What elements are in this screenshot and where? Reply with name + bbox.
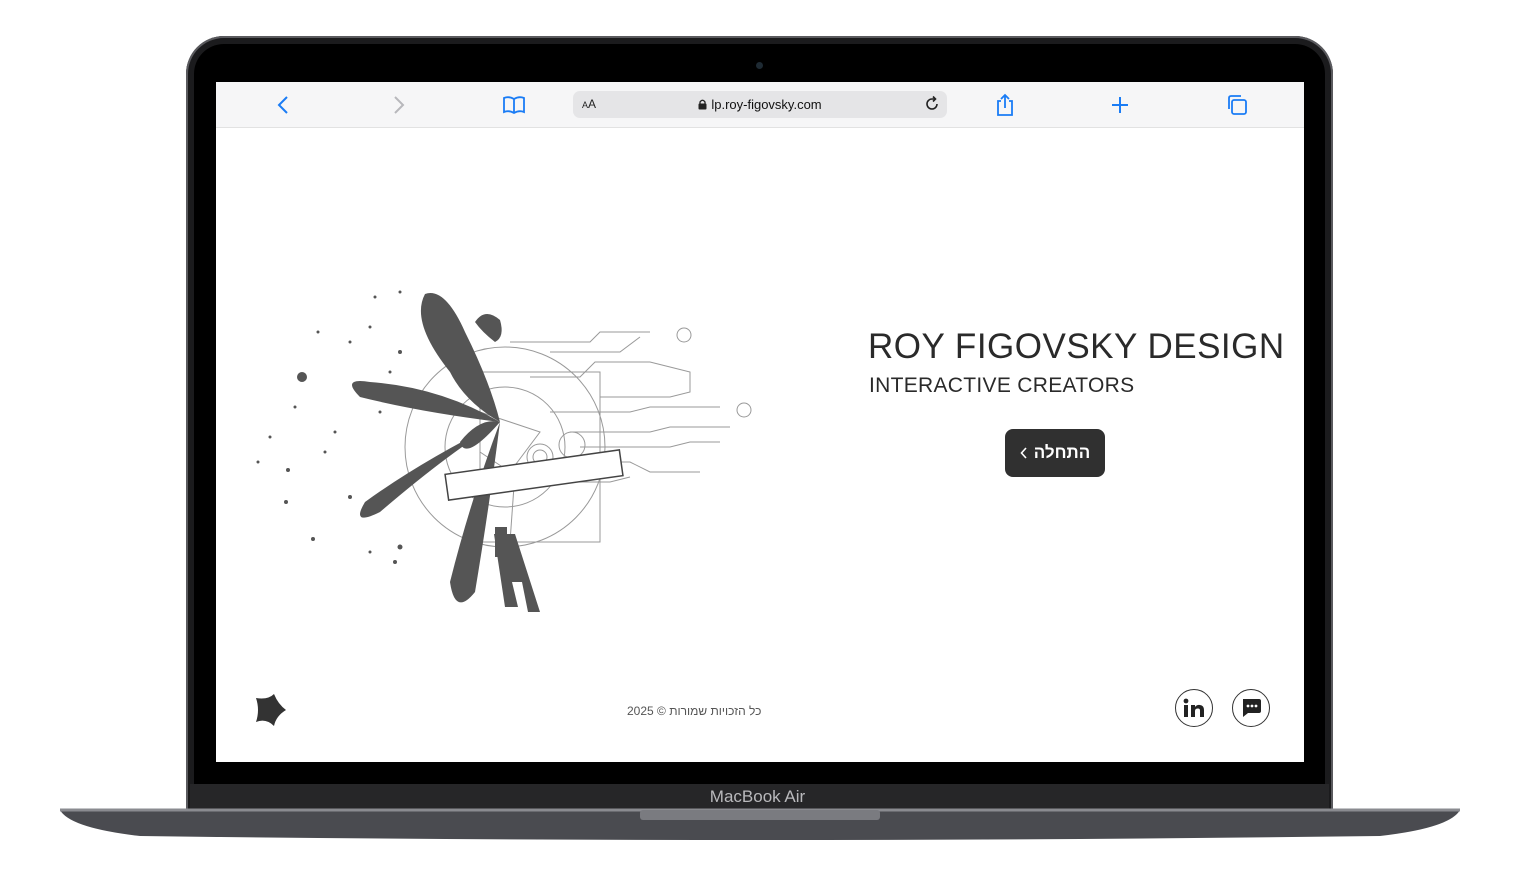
camera-icon	[756, 62, 763, 69]
reload-icon	[926, 95, 938, 110]
tabs-button[interactable]	[1224, 92, 1250, 118]
back-button[interactable]	[270, 92, 296, 118]
chevron-right-icon	[394, 96, 405, 114]
reload-button[interactable]	[923, 95, 941, 118]
share-icon	[997, 93, 1013, 116]
page-subtitle: INTERACTIVE CREATORS	[869, 374, 1135, 397]
chevron-left-icon	[1020, 447, 1027, 459]
hero-illustration	[256, 290, 752, 612]
address-bar[interactable]: AA lp.roy-figovsky.com	[573, 91, 947, 118]
page-title: ROY FIGOVSKY DESIGN	[868, 327, 1285, 366]
linkedin-button[interactable]	[1175, 689, 1213, 727]
share-button[interactable]	[992, 92, 1018, 118]
bookmarks-button[interactable]	[501, 92, 527, 118]
tabs-icon	[1228, 95, 1247, 115]
safari-toolbar: AA lp.roy-figovsky.com	[216, 82, 1304, 128]
linkedin-icon	[1183, 698, 1204, 717]
device-brand-label: MacBook Air	[709, 787, 806, 806]
brand-logo-icon[interactable]	[248, 690, 288, 735]
url-text: lp.roy-figovsky.com	[711, 97, 822, 112]
new-tab-button[interactable]	[1107, 92, 1133, 118]
book-icon	[503, 96, 525, 115]
chat-icon	[1243, 699, 1261, 717]
chat-button[interactable]	[1232, 689, 1270, 727]
chevron-left-icon	[277, 96, 288, 114]
lock-icon	[698, 99, 707, 110]
start-button-label: התחלה	[1033, 443, 1091, 462]
copyright-text: כל הזכויות שמורות © 2025	[627, 704, 762, 718]
laptop-base	[60, 808, 1460, 840]
start-button[interactable]: התחלה	[1005, 429, 1105, 477]
plus-icon	[1112, 97, 1128, 113]
browser-screen: AA lp.roy-figovsky.com ROY FIGOVSKY DESI…	[216, 82, 1304, 762]
forward-button[interactable]	[386, 92, 412, 118]
